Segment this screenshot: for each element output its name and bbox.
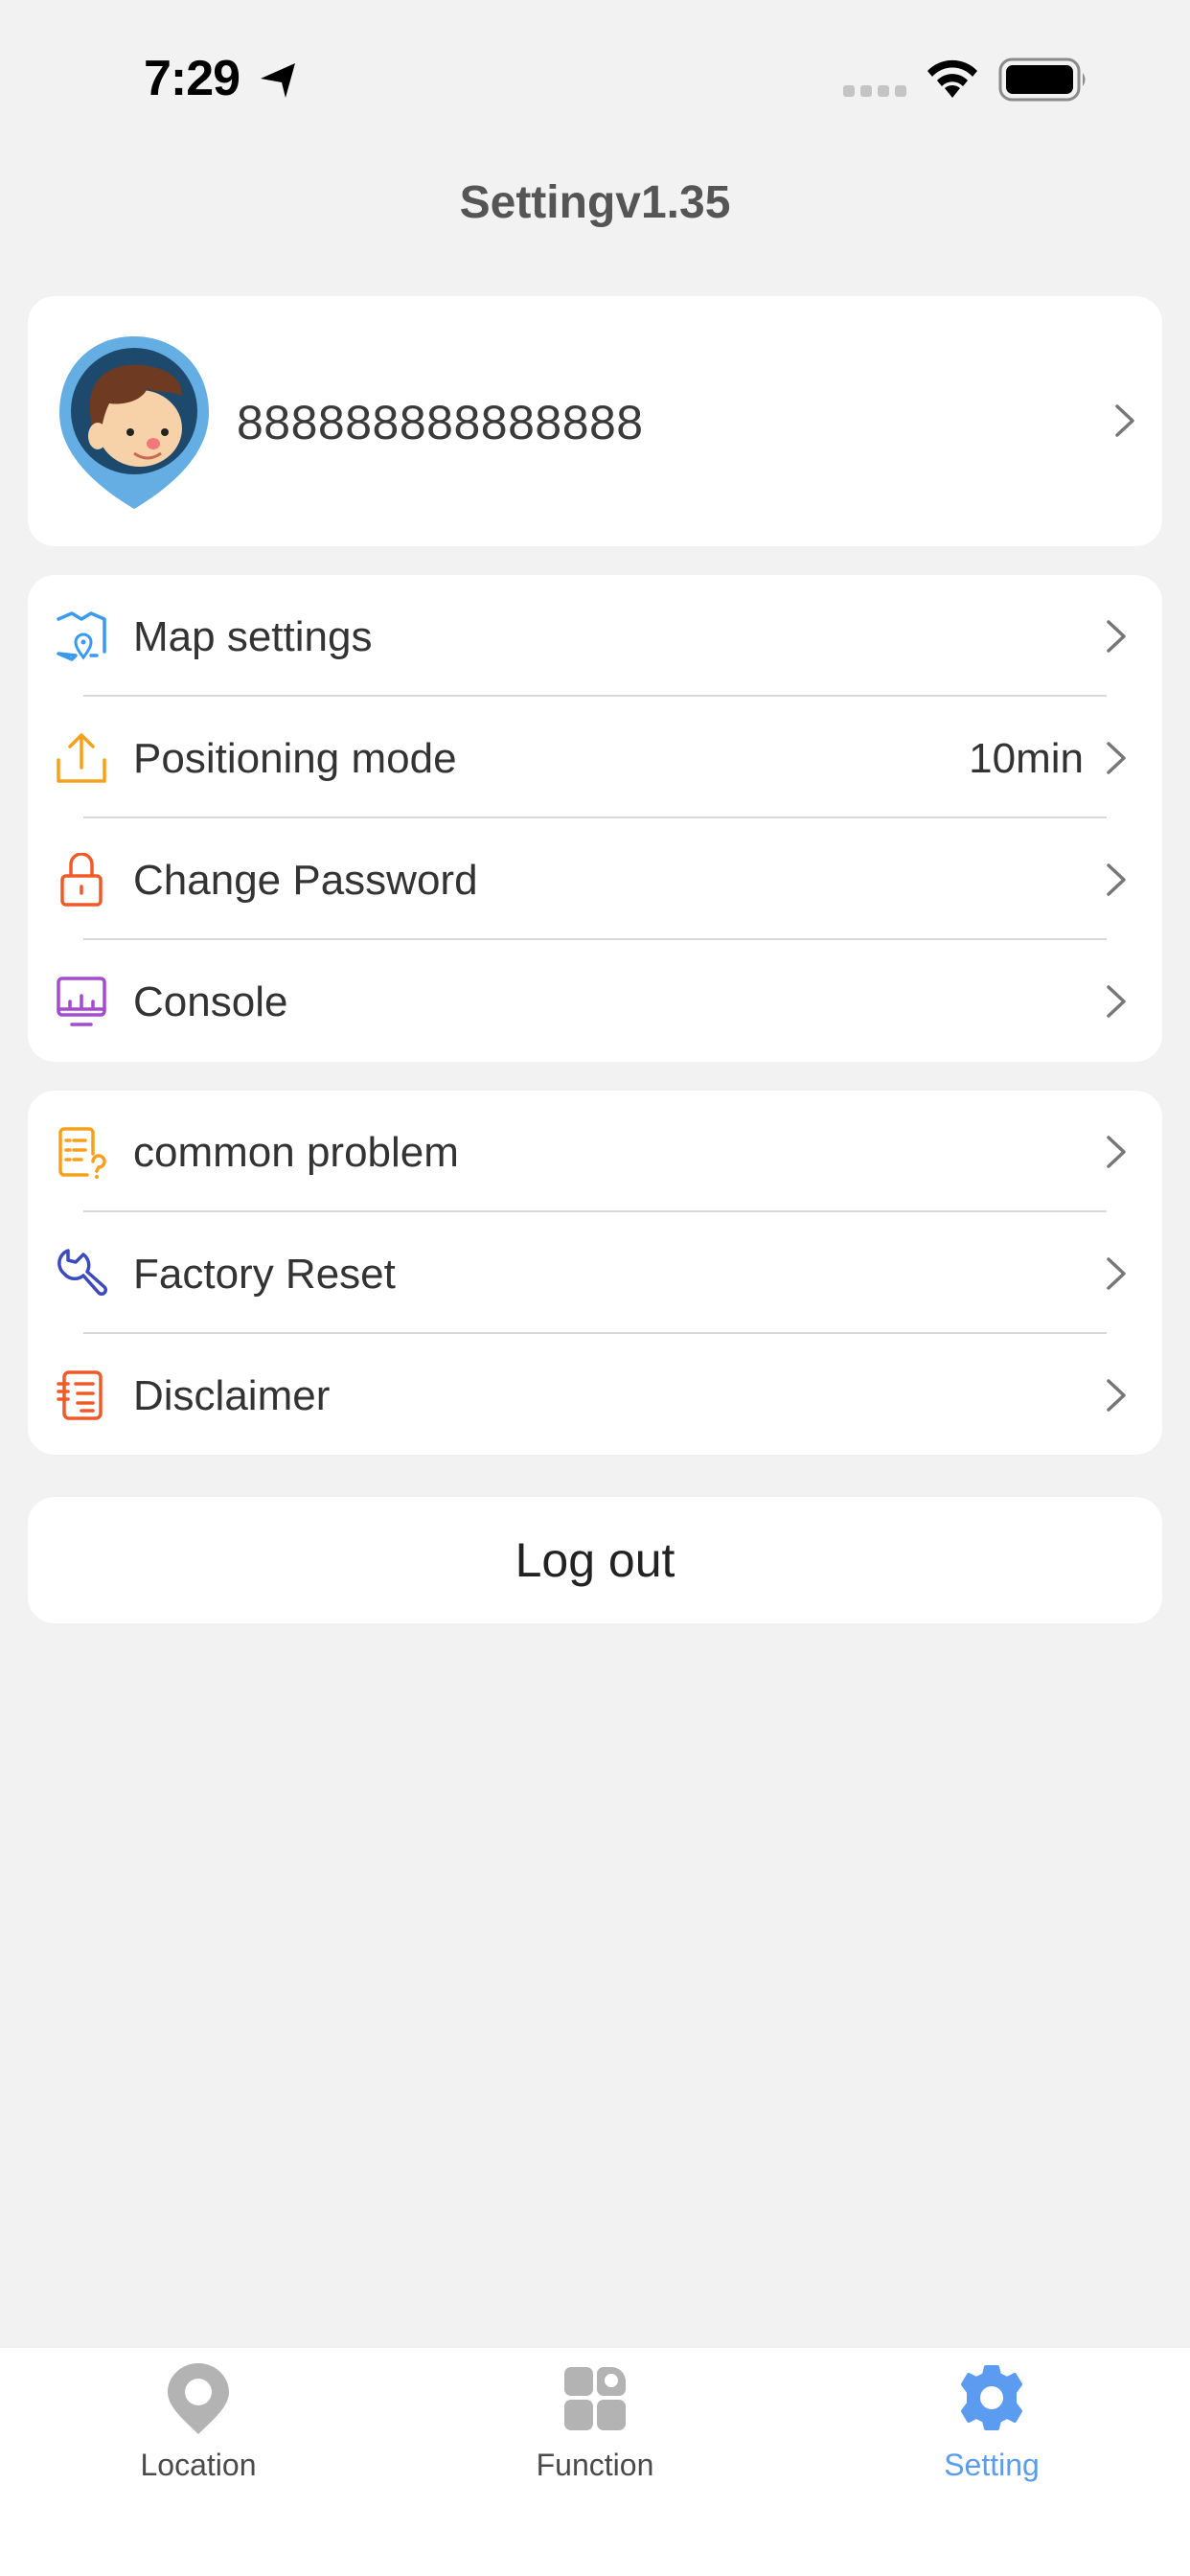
wifi-icon: [927, 59, 977, 98]
menu-item-label: Factory Reset: [133, 1251, 396, 1298]
map-icon: [57, 611, 106, 661]
wrench-icon: [57, 1249, 107, 1296]
profile-card[interactable]: 888888888888888: [28, 296, 1162, 546]
chevron-right-icon: [1107, 863, 1126, 896]
faq-document-icon: [58, 1127, 106, 1179]
settings-group-1: Map settings Positioning mode 10min Chan…: [28, 575, 1162, 1062]
menu-item-factory-reset[interactable]: Factory Reset: [28, 1212, 1162, 1334]
chevron-right-icon: [1107, 1257, 1126, 1290]
status-bar: 7:29: [0, 0, 1190, 134]
chevron-right-icon: [1107, 1379, 1126, 1412]
tab-setting[interactable]: Setting: [793, 2348, 1190, 2501]
menu-item-disclaimer[interactable]: Disclaimer: [28, 1334, 1162, 1456]
menu-item-label: Change Password: [133, 857, 478, 904]
chevron-right-icon: [1107, 742, 1126, 774]
location-pin-icon: [168, 2363, 229, 2434]
gear-icon: [961, 2365, 1022, 2430]
menu-item-change-password[interactable]: Change Password: [28, 818, 1162, 940]
avatar-pin-icon: [59, 336, 209, 509]
menu-item-positioning-mode[interactable]: Positioning mode 10min: [28, 697, 1162, 818]
status-time: 7:29: [144, 51, 240, 106]
menu-item-map-settings[interactable]: Map settings: [28, 575, 1162, 697]
function-grid-icon: [564, 2367, 626, 2430]
tab-label: Setting: [944, 2448, 1040, 2482]
tab-bar: Location Function Setting: [0, 2348, 1190, 2576]
settings-group-2: common problem Factory Reset Disclaimer: [28, 1091, 1162, 1455]
battery-full-icon: [998, 58, 1086, 102]
chevron-right-icon: [1107, 985, 1126, 1018]
tab-label: Function: [536, 2448, 654, 2482]
menu-item-label: common problem: [133, 1129, 459, 1176]
menu-item-console[interactable]: Console: [28, 940, 1162, 1062]
upload-icon: [57, 733, 106, 783]
tab-label: Location: [140, 2448, 257, 2482]
lock-icon: [60, 853, 103, 907]
location-arrow-icon: [261, 63, 295, 98]
chevron-right-icon: [1107, 620, 1126, 653]
menu-item-common-problem[interactable]: common problem: [28, 1091, 1162, 1212]
page-title: Settingv1.35: [459, 177, 731, 228]
cellular-signal-icon: [843, 85, 906, 97]
notebook-icon: [57, 1370, 103, 1420]
menu-item-label: Positioning mode: [133, 735, 457, 782]
logout-button[interactable]: Log out: [28, 1497, 1162, 1623]
chevron-right-icon: [1107, 1136, 1126, 1168]
tab-location[interactable]: Location: [0, 2348, 397, 2501]
positioning-mode-value: 10min: [969, 735, 1084, 782]
menu-item-label: Map settings: [133, 613, 373, 660]
chevron-right-icon: [1115, 404, 1134, 437]
profile-name: 888888888888888: [237, 396, 644, 449]
menu-item-label: Disclaimer: [133, 1372, 331, 1419]
tab-function[interactable]: Function: [397, 2348, 793, 2501]
menu-item-label: Console: [133, 978, 288, 1025]
monitor-chart-icon: [57, 977, 106, 1026]
